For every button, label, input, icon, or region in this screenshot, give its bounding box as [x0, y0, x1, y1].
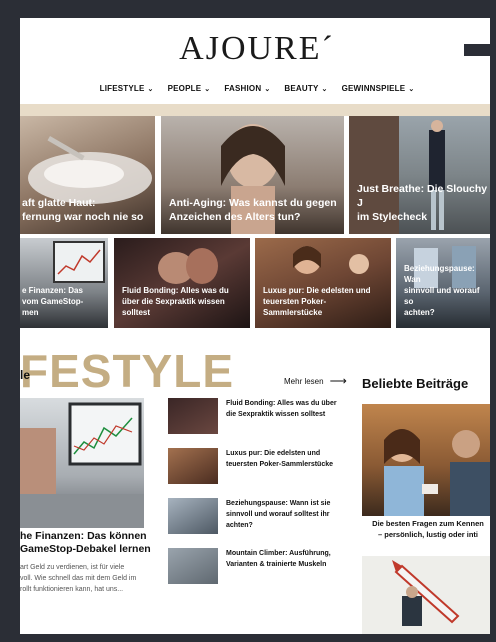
- featured-title[interactable]: he Finanzen: Das können GameStop-Debakel…: [20, 530, 160, 556]
- hero-card-anti-aging[interactable]: Anti-Aging: Was kannst du gegen Anzeiche…: [161, 116, 344, 234]
- popular-image[interactable]: [362, 404, 494, 516]
- nav-item-beauty[interactable]: BEAUTY ⌄: [284, 84, 327, 93]
- small-cards-row: e Finanzen: Das vom GameStop- men Fluid …: [20, 238, 494, 328]
- list-thumb: [168, 398, 218, 434]
- more-link[interactable]: Mehr lesen ⟶: [284, 374, 347, 388]
- friends-laughing-image: [384, 429, 490, 516]
- nav-item-gewinnspiele[interactable]: GEWINNSPIELE ⌄: [342, 84, 415, 93]
- list-item[interactable]: Fluid Bonding: Alles was du über die Sex…: [168, 398, 343, 438]
- nav-label: PEOPLE: [167, 84, 202, 93]
- list-thumb: [168, 548, 218, 584]
- small-card-caption: e Finanzen: Das vom GameStop- men: [22, 286, 84, 317]
- more-link-label: Mehr lesen: [284, 376, 324, 386]
- list-item-title: Beziehungspause: Wann ist sie sinnvoll u…: [226, 500, 331, 529]
- nav-label: BEAUTY: [284, 84, 319, 93]
- list-item-title: Luxus pur: Die edelsten und teuersten Po…: [226, 450, 333, 468]
- chevron-down-icon: ⌄: [204, 85, 211, 93]
- main-nav: LIFESTYLE ⌄ PEOPLE ⌄ FASHION ⌄ BEAUTY ⌄ GEWI…: [20, 84, 494, 93]
- list-item[interactable]: Luxus pur: Die edelsten und teuersten Po…: [168, 448, 343, 488]
- small-card-caption: Luxus pur: Die edelsten und teuersten Po…: [263, 286, 371, 317]
- hero-card-caption: Just Breathe: Die Slouchy J im Stylechec…: [357, 183, 488, 223]
- hero-card-slouchy[interactable]: Just Breathe: Die Slouchy J im Stylechec…: [349, 116, 494, 234]
- nav-label: LIFESTYLE: [99, 84, 145, 93]
- list-item[interactable]: Mountain Climber: Ausführung, Varianten …: [168, 548, 343, 588]
- chevron-down-icon: ⌄: [147, 85, 154, 93]
- chevron-down-icon: ⌄: [264, 85, 271, 93]
- list-item[interactable]: Beziehungspause: Wann ist sie sinnvoll u…: [168, 498, 343, 538]
- header-divider-band: [20, 104, 494, 116]
- section-tag: le: [20, 368, 31, 382]
- small-card-beziehungspause[interactable]: Beziehungspause: Wan sinnvoll und worauf…: [396, 238, 494, 328]
- small-card-fluid-bonding[interactable]: Fluid Bonding: Alles was du über die Sex…: [114, 238, 250, 328]
- popular-image-2[interactable]: [362, 556, 494, 634]
- section-title: FESTYLE: [20, 345, 235, 397]
- nav-label: GEWINNSPIELE: [341, 84, 406, 93]
- window-edge: [490, 0, 496, 642]
- nav-item-lifestyle[interactable]: LIFESTYLE ⌄: [100, 84, 154, 93]
- popular-title[interactable]: Die besten Fragen zum Kennen – persönlic…: [362, 518, 494, 540]
- nav-item-fashion[interactable]: FASHION ⌄: [224, 84, 270, 93]
- small-card-finanzen[interactable]: e Finanzen: Das vom GameStop- men: [20, 238, 108, 328]
- browser-viewport: AJOURE´ LIFESTYLE ⌄ PEOPLE ⌄ FASHION ⌄ BEAU…: [20, 18, 494, 634]
- featured-description: art Geld zu verdienen, ist für viele vol…: [20, 564, 137, 593]
- popular-heading: Beliebte Beiträge: [362, 376, 469, 391]
- featured-image[interactable]: [20, 398, 144, 528]
- trading-desk-image: [20, 402, 144, 528]
- hero-card-caption: Anti-Aging: Was kannst du gegen Anzeiche…: [169, 197, 337, 223]
- small-card-caption: Beziehungspause: Wan sinnvoll und worauf…: [404, 264, 480, 317]
- window-tab: [464, 44, 496, 56]
- list-item-title: Mountain Climber: Ausführung, Varianten …: [226, 550, 331, 568]
- list-thumb: [168, 448, 218, 484]
- nav-label: FASHION: [224, 84, 262, 93]
- hero-row: aft glatte Haut: fernung war noch nie so…: [20, 116, 494, 234]
- hero-card-caption: aft glatte Haut: fernung war noch nie so: [22, 197, 144, 223]
- site-logo[interactable]: AJOURE´: [20, 30, 494, 68]
- chevron-down-icon: ⌄: [321, 85, 328, 93]
- rocket-image: [392, 560, 460, 626]
- small-card-luxus[interactable]: Luxus pur: Die edelsten und teuersten Po…: [255, 238, 391, 328]
- nav-item-people[interactable]: PEOPLE ⌄: [168, 84, 211, 93]
- small-card-caption: Fluid Bonding: Alles was du über die Sex…: [122, 286, 229, 317]
- hero-card-skin[interactable]: aft glatte Haut: fernung war noch nie so: [20, 116, 155, 234]
- list-thumb: [168, 498, 218, 534]
- list-item-title: Fluid Bonding: Alles was du über die Sex…: [226, 400, 337, 418]
- chevron-down-icon: ⌄: [408, 85, 415, 93]
- arrow-right-icon: ⟶: [329, 374, 347, 388]
